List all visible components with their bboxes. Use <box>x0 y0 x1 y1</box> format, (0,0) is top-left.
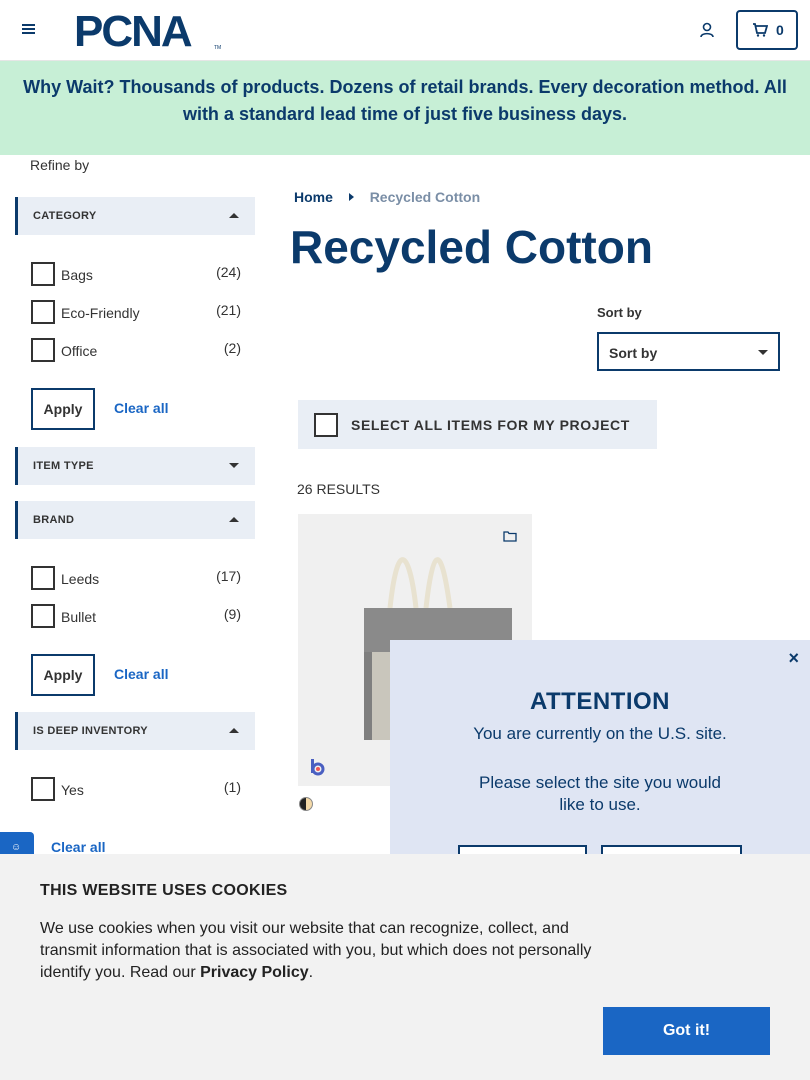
brand-badge-icon <box>311 759 325 776</box>
hamburger-menu-icon[interactable] <box>22 28 35 30</box>
modal-line-2: Please select the site you would <box>479 773 721 792</box>
facet-item-type-title: ITEM TYPE <box>33 460 94 472</box>
deep-inventory-option-yes[interactable]: Yes (1) <box>31 777 241 801</box>
checkbox[interactable] <box>31 338 55 362</box>
sort-select-value: Sort by <box>609 345 658 361</box>
select-all-checkbox[interactable] <box>314 413 338 437</box>
modal-line-1: You are currently on the U.S. site. <box>473 724 727 743</box>
caret-up-icon <box>229 728 239 733</box>
category-clear-all-link[interactable]: Clear all <box>114 400 168 416</box>
option-count: (21) <box>216 302 241 318</box>
option-count: (17) <box>216 568 241 584</box>
option-count: (2) <box>223 340 241 356</box>
checkbox[interactable] <box>31 262 55 286</box>
option-label: Bags <box>61 267 93 283</box>
breadcrumb-home-link[interactable]: Home <box>294 189 333 205</box>
brand-option-leeds[interactable]: Leeds (17) <box>31 566 241 590</box>
refine-by-label: Refine by <box>30 157 90 173</box>
category-option-eco-friendly[interactable]: Eco-Friendly (21) <box>31 300 241 324</box>
cart-icon <box>753 23 768 37</box>
facet-category-title: CATEGORY <box>33 210 97 222</box>
privacy-policy-link[interactable]: Privacy Policy <box>200 964 309 981</box>
deep-inventory-clear-all-link[interactable]: Clear all <box>51 839 105 855</box>
option-label: Yes <box>61 782 84 798</box>
facet-deep-inventory-title: IS DEEP INVENTORY <box>33 725 148 737</box>
got-it-button[interactable]: Got it! <box>603 1007 770 1055</box>
category-option-office[interactable]: Office (2) <box>31 338 241 362</box>
chevron-down-icon <box>758 350 768 355</box>
cart-count: 0 <box>776 22 784 38</box>
site-header: PCNA TM 0 <box>0 0 810 61</box>
category-apply-button[interactable]: Apply <box>31 388 95 430</box>
color-swatch-icon[interactable] <box>299 797 313 811</box>
select-all-label: SELECT ALL ITEMS FOR MY PROJECT <box>351 417 630 433</box>
cookie-text-end: . <box>308 964 314 981</box>
pcna-logo[interactable]: PCNA TM <box>74 8 224 52</box>
feedback-icon: ☺ <box>11 842 22 853</box>
facet-brand-header[interactable]: BRAND <box>15 501 255 539</box>
sort-label: Sort by <box>597 305 642 320</box>
option-count: (9) <box>223 606 241 622</box>
brand-apply-button[interactable]: Apply <box>31 654 95 696</box>
banner-line-2: with a standard lead time of just five b… <box>182 104 628 124</box>
breadcrumb-arrow-icon <box>348 193 354 201</box>
sort-select[interactable]: Sort by <box>597 332 780 371</box>
add-to-project-folder-icon[interactable] <box>503 530 517 542</box>
caret-up-icon <box>229 213 239 218</box>
account-icon[interactable] <box>699 22 715 38</box>
cookie-text: We use cookies when you visit our websit… <box>40 918 610 984</box>
option-count: (1) <box>223 779 241 795</box>
option-count: (24) <box>216 264 241 280</box>
logo-tm: TM <box>214 45 221 51</box>
breadcrumb: Home Recycled Cotton <box>294 189 480 205</box>
checkbox[interactable] <box>31 604 55 628</box>
checkbox[interactable] <box>31 777 55 801</box>
checkbox[interactable] <box>31 300 55 324</box>
modal-title: ATTENTION <box>529 688 671 715</box>
option-label: Leeds <box>61 571 100 587</box>
option-label: Bullet <box>61 609 97 625</box>
facet-brand-title: BRAND <box>33 514 75 526</box>
category-option-bags[interactable]: Bags (24) <box>31 262 241 286</box>
promo-banner: Why Wait? Thousands of products. Dozens … <box>0 61 810 155</box>
caret-up-icon <box>229 517 239 522</box>
modal-line-3: like to use. <box>559 795 641 814</box>
facet-category-header[interactable]: CATEGORY <box>15 197 255 235</box>
caret-down-icon <box>229 463 239 468</box>
option-label: Eco-Friendly <box>61 305 140 321</box>
close-icon[interactable]: × <box>788 648 799 669</box>
page-title: Recycled Cotton <box>290 221 653 273</box>
facet-deep-inventory-header[interactable]: IS DEEP INVENTORY <box>15 712 255 750</box>
cookie-text-body: We use cookies when you visit our websit… <box>40 920 592 981</box>
facet-item-type-header[interactable]: ITEM TYPE <box>15 447 255 485</box>
cookie-title: THIS WEBSITE USES COOKIES <box>40 882 288 899</box>
checkbox[interactable] <box>31 566 55 590</box>
cart-button[interactable]: 0 <box>736 10 798 50</box>
breadcrumb-current: Recycled Cotton <box>369 189 481 205</box>
option-label: Office <box>61 343 98 359</box>
logo-text: PCNA <box>74 8 192 52</box>
brand-option-bullet[interactable]: Bullet (9) <box>31 604 241 628</box>
select-all-items-control[interactable]: SELECT ALL ITEMS FOR MY PROJECT <box>298 400 657 449</box>
banner-line-1: Why Wait? Thousands of products. Dozens … <box>23 77 787 97</box>
brand-clear-all-link[interactable]: Clear all <box>114 666 168 682</box>
results-count: 26 RESULTS <box>297 481 380 497</box>
cookie-banner: THIS WEBSITE USES COOKIES We use cookies… <box>0 854 810 1080</box>
